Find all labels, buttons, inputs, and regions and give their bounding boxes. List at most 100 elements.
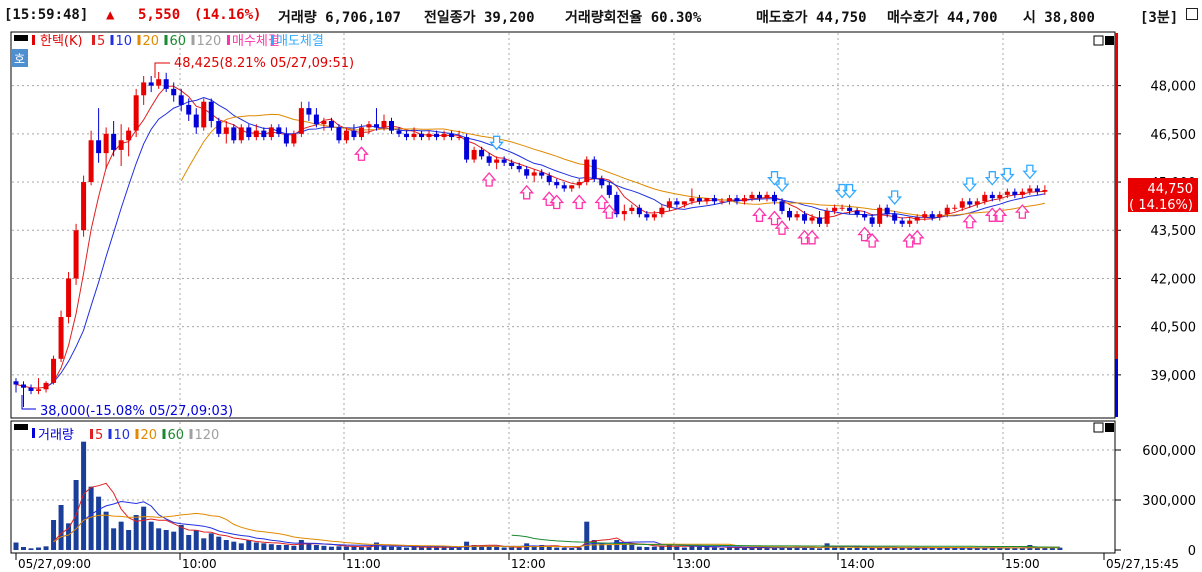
x-tick-label: 13:00 <box>676 557 711 571</box>
turnover-text: 거래량회전율 60.30% <box>565 10 702 26</box>
candle-body <box>276 127 282 134</box>
candle-body <box>73 230 79 279</box>
volume-bar <box>772 548 778 550</box>
candle-body <box>817 217 823 224</box>
candle-body <box>13 381 19 385</box>
high-annotation: 48,425(8.21% 05/27,09:51) <box>174 56 354 71</box>
candle-body <box>967 201 973 205</box>
candle-body <box>58 317 64 359</box>
change-value: 5,550 <box>138 7 181 23</box>
candle-body <box>546 175 552 183</box>
volume-bar <box>51 520 57 550</box>
candle-body <box>809 217 815 221</box>
volume-bar <box>509 547 515 550</box>
candle-body <box>381 120 387 128</box>
volume-bar <box>561 547 567 550</box>
volume-bar <box>28 548 34 550</box>
volume-legend-marker <box>32 428 35 438</box>
volume-legend-title: 거래량 <box>38 428 74 443</box>
candle-body <box>464 137 470 160</box>
candle-body <box>899 220 905 224</box>
volume-bar <box>839 547 845 550</box>
volume-bar <box>817 548 823 550</box>
candle-body <box>283 133 289 144</box>
candle-body <box>696 198 702 202</box>
price-panel-window-icon[interactable] <box>1093 35 1104 46</box>
candle-body <box>111 133 117 150</box>
volume-bar <box>847 548 853 550</box>
x-tick-label: 10:00 <box>182 557 217 571</box>
candle-body <box>516 165 522 170</box>
candle-body <box>426 133 432 138</box>
candle-body <box>787 210 793 218</box>
candle-body <box>914 217 920 221</box>
candle-body <box>734 198 740 202</box>
volume-bar <box>674 546 680 550</box>
price-legend-swatch <box>227 35 230 45</box>
volume-bar <box>201 538 207 550</box>
volume-legend-swatch <box>108 429 112 439</box>
quote-badge-label: 호 <box>14 52 25 66</box>
candle-body <box>636 207 642 215</box>
volume-bar <box>516 547 522 550</box>
candle-body <box>569 185 575 189</box>
price-panel-close-icon[interactable] <box>1105 36 1114 45</box>
candle-body <box>88 140 94 183</box>
volume-panel-close-icon[interactable] <box>1105 423 1114 432</box>
volume-bar <box>343 546 349 550</box>
candle-body <box>201 101 207 128</box>
volume-bar <box>43 546 49 550</box>
candle-body <box>396 130 402 134</box>
volume-panel-menu-icon[interactable] <box>14 424 28 430</box>
current-price: 44,750 <box>1148 182 1194 197</box>
volume-bar <box>629 545 635 550</box>
interval-selector[interactable]: [3분] <box>1140 7 1178 27</box>
candle-body <box>479 149 485 157</box>
candle-body <box>471 149 477 160</box>
candle-body <box>1034 188 1040 192</box>
candle-body <box>66 278 72 318</box>
candle-body <box>494 159 500 163</box>
candle-body <box>756 194 762 199</box>
volume-bar <box>381 545 387 550</box>
price-legend-item: 120 <box>197 34 222 49</box>
window-restore-icon[interactable] <box>1186 8 1198 20</box>
volume-bar <box>967 548 973 550</box>
volume-text: 거래량 6,706,107 <box>278 10 401 26</box>
candle-body <box>456 137 462 139</box>
volume-bar <box>494 547 500 550</box>
volume-bar <box>907 548 913 550</box>
candle-body <box>711 198 717 202</box>
candle-body <box>441 133 447 138</box>
panel-menu-icon[interactable] <box>14 35 28 41</box>
candle-body <box>719 201 725 203</box>
volume-bar <box>313 545 319 550</box>
volume-bar <box>719 548 725 550</box>
volume-bar <box>336 546 342 550</box>
volume-bar <box>231 541 237 550</box>
candle-body <box>126 130 132 141</box>
candle-body <box>982 194 988 202</box>
candle-body <box>651 214 657 218</box>
candle-body <box>509 162 515 166</box>
volume-bar <box>726 547 732 550</box>
up-triangle-icon: ▲ <box>106 7 115 23</box>
volume-legend-swatch <box>162 429 166 439</box>
volume-bar <box>546 546 552 550</box>
volume-bar <box>711 547 717 550</box>
volume-bar <box>636 546 642 550</box>
candle-body <box>43 382 49 390</box>
volume-panel-window-icon[interactable] <box>1093 422 1104 433</box>
x-tick-label: 05/27,09:00 <box>18 557 91 571</box>
candle-body <box>629 207 635 211</box>
price-legend-item: 매도체결 <box>276 34 324 49</box>
candle-body <box>351 130 357 138</box>
candle-body <box>539 172 545 176</box>
candle-body <box>96 140 102 154</box>
change-percent: (14.16%) <box>194 7 262 23</box>
candle-body <box>434 133 440 138</box>
candle-body <box>358 127 364 138</box>
candle-body <box>674 201 680 205</box>
volume-bar <box>681 547 687 550</box>
chart-area[interactable]: 48,00046,50045,00043,50042,00040,50039,0… <box>0 30 1202 572</box>
